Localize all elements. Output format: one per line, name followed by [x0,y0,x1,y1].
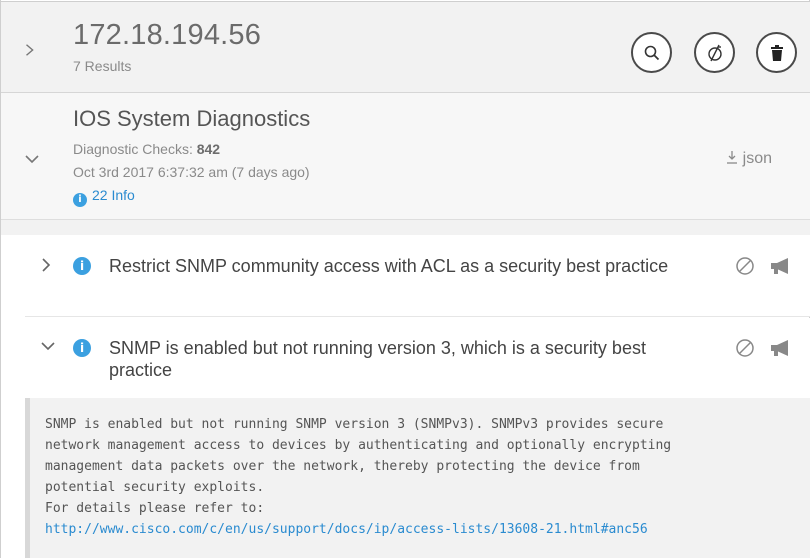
item-actions [735,338,793,358]
item-title: Restrict SNMP community access with ACL … [109,256,669,276]
list-spacer [1,220,810,235]
item-detail: SNMP is enabled but not running SNMP ver… [25,398,810,558]
chevron-down-icon[interactable] [24,153,40,165]
item-actions [735,256,793,276]
ignore-icon[interactable] [735,256,755,276]
detail-line: SNMP is enabled but not running SNMP ver… [45,417,664,432]
section-timestamp: Oct 3rd 2017 6:37:32 am (7 days ago) [73,164,310,180]
diagnostic-checks: Diagnostic Checks: 842 [73,141,220,157]
announce-icon[interactable] [769,338,793,358]
checks-count: 842 [196,141,221,157]
info-summary[interactable]: i 22 Info [73,187,135,207]
detail-line: For details please refer to: [45,501,265,516]
list-item[interactable]: i SNMP is enabled but not running versio… [25,318,810,398]
diagnostics-section: IOS System Diagnostics Diagnostic Checks… [1,93,810,220]
json-download-link[interactable]: json [726,150,772,168]
info-icon: i [73,193,87,207]
results-count: 7 Results [73,58,132,74]
detail-line: network management access to devices by … [45,438,672,453]
checks-label: Diagnostic Checks: [73,141,197,157]
list-item[interactable]: i Restrict SNMP community access with AC… [25,235,810,317]
ignore-icon[interactable] [735,338,755,358]
json-label: json [742,150,772,167]
search-icon [644,45,659,60]
info-icon: i [73,339,91,357]
no-monitor-icon [707,44,722,61]
info-icon: i [73,257,91,275]
chevron-right-icon[interactable] [23,43,37,57]
delete-button[interactable] [756,32,797,73]
download-icon [727,151,738,164]
chevron-down-icon[interactable] [40,340,56,352]
chevron-right-icon[interactable] [40,257,52,273]
search-button[interactable] [631,32,672,73]
section-title: IOS System Diagnostics [73,106,311,131]
announce-icon[interactable] [769,256,793,276]
detail-line: potential security exploits. [45,480,265,495]
device-title: 172.18.194.56 [73,19,262,51]
reference-link[interactable]: http://www.cisco.com/c/en/us/support/doc… [45,519,810,540]
info-count: 22 Info [92,187,135,203]
trash-icon [770,44,783,61]
item-title: SNMP is enabled but not running version … [109,338,646,380]
device-header: 172.18.194.56 7 Results [1,1,810,93]
no-monitor-button[interactable] [694,32,735,73]
detail-line: management data packets over the network… [45,459,640,474]
